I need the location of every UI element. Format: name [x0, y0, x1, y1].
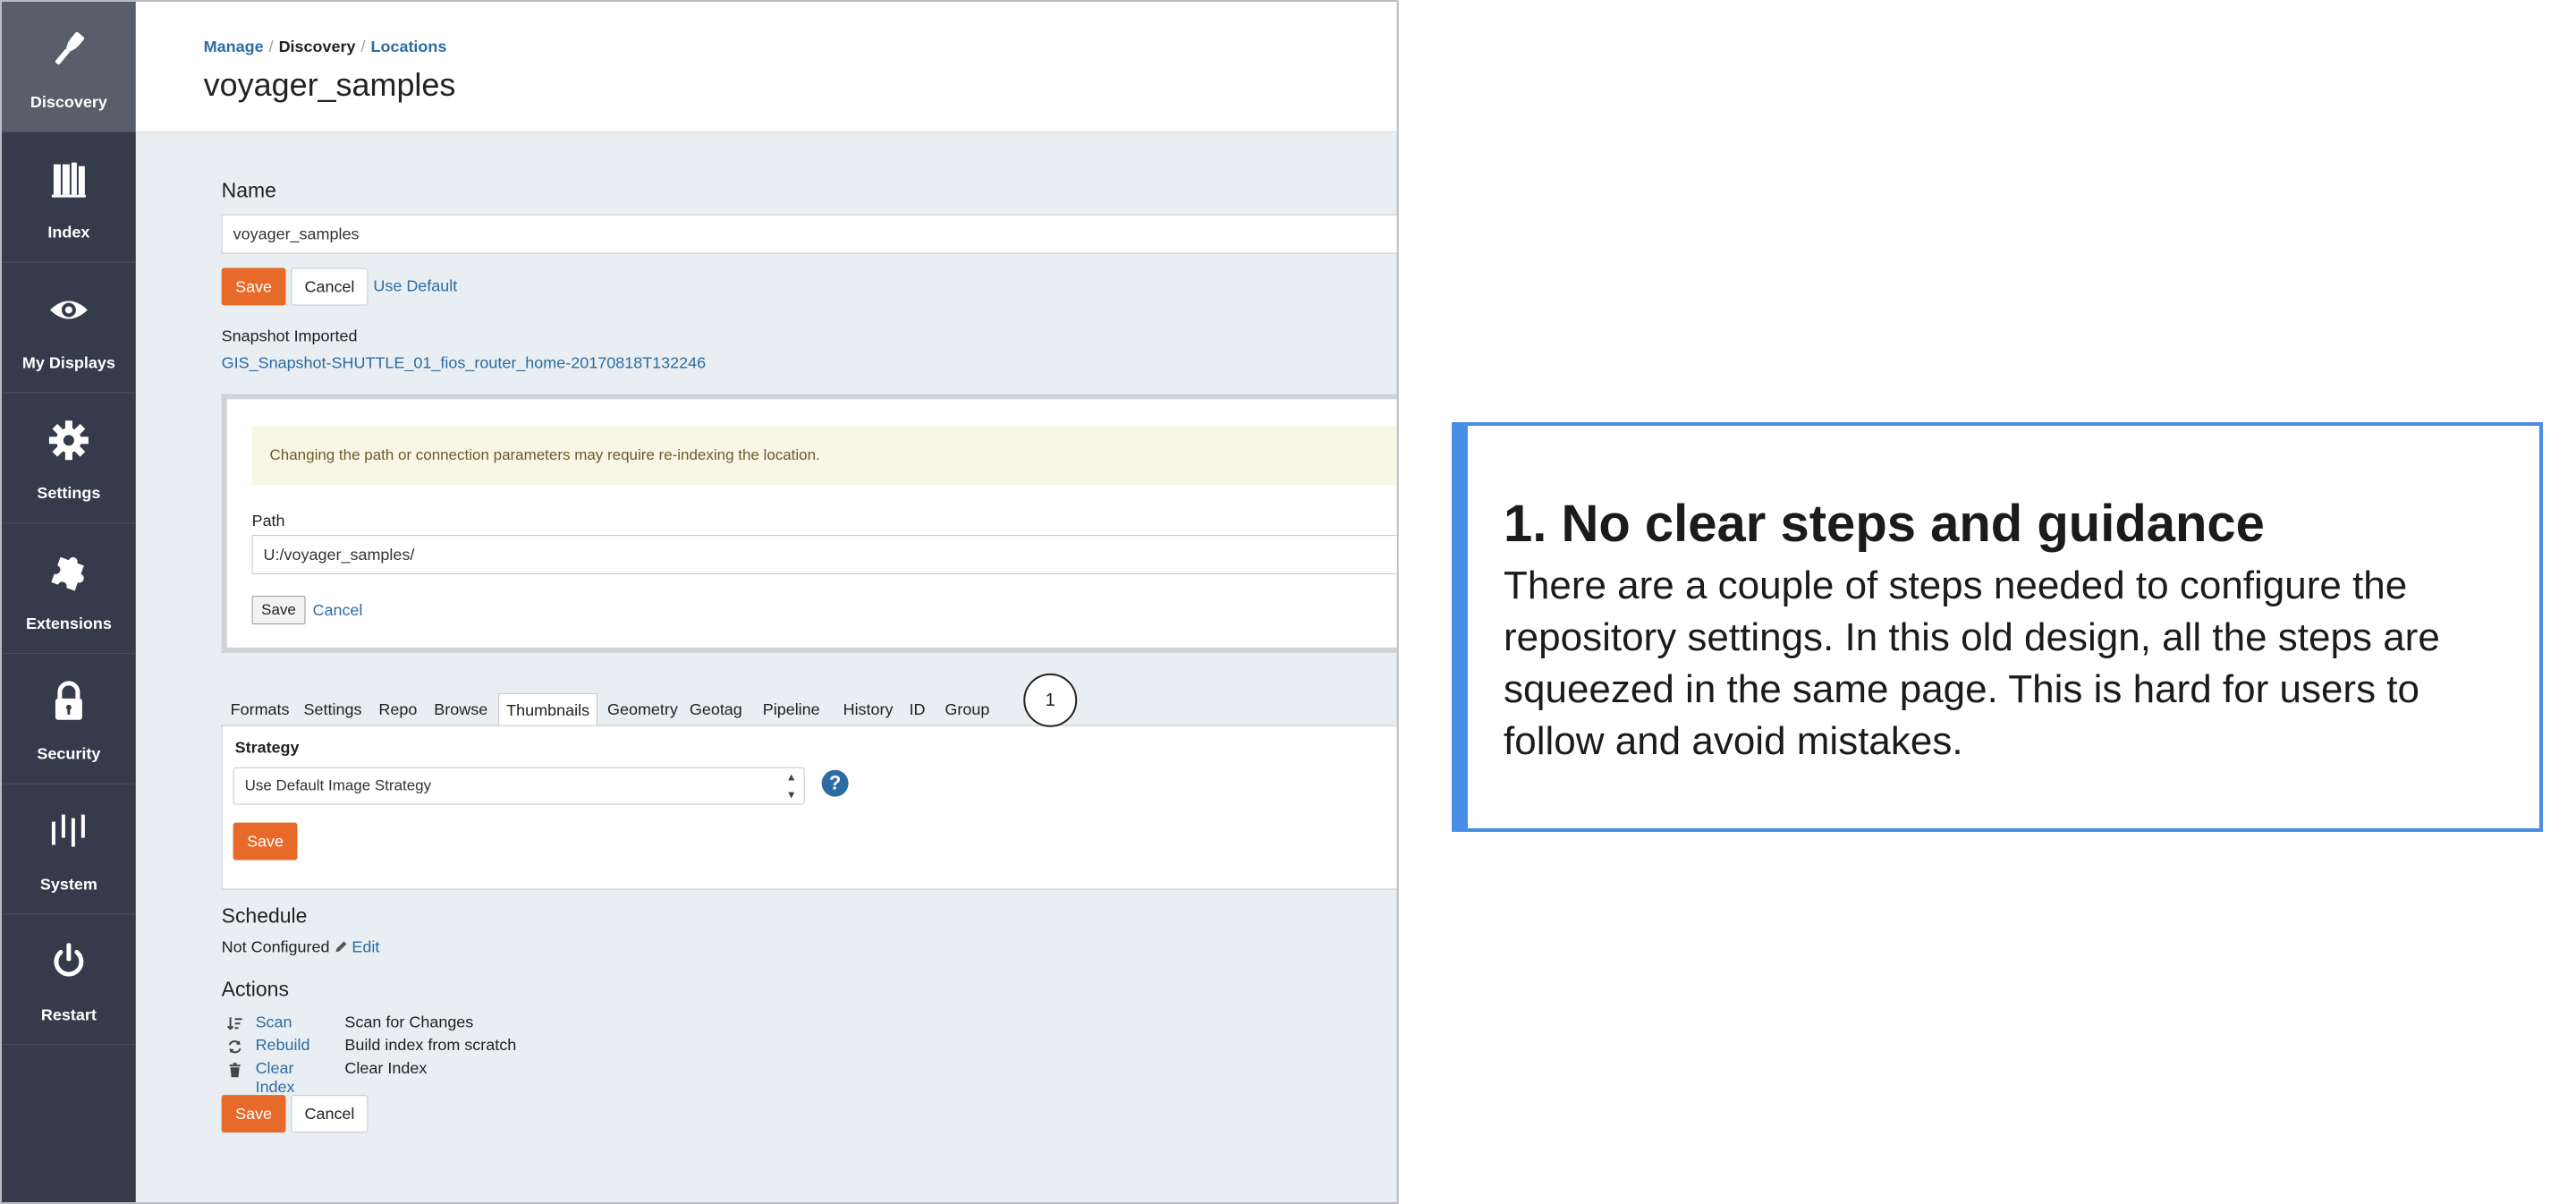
reindex-warning: Changing the path or connection paramete… — [251, 426, 1397, 486]
tab-repo[interactable]: Repo — [378, 693, 417, 725]
equalizer-icon — [47, 810, 91, 854]
page-cancel-button[interactable]: Cancel — [291, 1095, 369, 1133]
rebuild-description: Build index from scratch — [344, 1036, 517, 1055]
step-marker: 1 — [1023, 673, 1078, 727]
sidebar-item-label: Discovery — [30, 92, 107, 111]
refresh-icon — [227, 1039, 243, 1055]
sidebar-item-label: My Displays — [21, 353, 115, 372]
snapshot-link[interactable]: GIS_Snapshot-SHUTTLE_01_fios_router_home… — [222, 353, 707, 372]
sort-icon — [226, 1015, 243, 1031]
sidebar-item-label: Settings — [37, 484, 101, 503]
path-label: Path — [251, 512, 285, 530]
scan-description: Scan for Changes — [344, 1013, 474, 1031]
breadcrumb: Manage / Discovery / Locations — [203, 37, 447, 55]
sidebar-item-label: Security — [37, 744, 101, 763]
callout-body: There are a couple of steps needed to co… — [1504, 564, 2440, 763]
lock-icon — [47, 679, 91, 724]
name-input[interactable]: voyager_samples — [221, 214, 1397, 254]
rebuild-link[interactable]: Rebuild — [256, 1036, 310, 1055]
books-icon — [47, 157, 91, 202]
name-label: Name — [221, 178, 276, 202]
path-save-button[interactable]: Save — [251, 595, 306, 624]
page-header: Manage / Discovery / Locations voyager_sampl… — [135, 1, 1397, 132]
puzzle-icon — [47, 548, 91, 593]
callout-title: 1. No clear steps and guidance — [1504, 495, 2265, 553]
name-save-button[interactable]: Save — [221, 267, 286, 306]
flashlight-icon — [47, 27, 91, 72]
sidebar-item-label: Restart — [40, 1005, 97, 1024]
tab-geotag[interactable]: Geotag — [690, 693, 742, 725]
path-settings-panel: Changing the path or connection paramete… — [221, 394, 1397, 653]
trash-icon — [227, 1062, 243, 1078]
breadcrumb-manage[interactable]: Manage — [204, 38, 264, 55]
schedule-edit-link[interactable]: Edit — [352, 937, 379, 956]
clear-index-link[interactable]: Clear Index — [256, 1059, 295, 1097]
eye-icon — [47, 288, 91, 333]
gear-icon — [47, 418, 91, 462]
clear-index-description: Clear Index — [344, 1059, 428, 1078]
scan-link[interactable]: Scan — [256, 1013, 292, 1031]
sidebar-item-settings[interactable]: Settings — [1, 393, 136, 524]
strategy-label: Strategy — [234, 738, 300, 757]
tab-pipeline[interactable]: Pipeline — [763, 693, 820, 725]
schedule-label: Schedule — [221, 903, 308, 928]
thumbnails-panel: Strategy Use Default Image Strategy ▲ ▼ ?… — [221, 725, 1397, 890]
sidebar-item-label: System — [39, 875, 97, 894]
path-input[interactable]: U:/voyager_samples/ — [251, 535, 1397, 575]
tab-settings[interactable]: Settings — [303, 693, 361, 725]
select-arrows-icon: ▲ ▼ — [785, 770, 797, 801]
tab-geometry[interactable]: Geometry — [607, 693, 678, 725]
breadcrumb-locations[interactable]: Locations — [371, 38, 447, 55]
sidebar-item-security[interactable]: Security — [1, 654, 136, 784]
svg-text:?: ? — [829, 772, 841, 794]
page-title: voyager_samples — [203, 65, 456, 103]
help-icon[interactable]: ? — [821, 769, 850, 798]
path-cancel-link[interactable]: Cancel — [312, 601, 362, 620]
sidebar-item-discovery[interactable]: Discovery — [1, 1, 136, 132]
use-default-link[interactable]: Use Default — [373, 277, 457, 296]
annotation-callout: 1. No clear steps and guidance There are… — [1452, 422, 2543, 832]
breadcrumb-discovery[interactable]: Discovery — [279, 38, 356, 55]
power-icon — [47, 939, 91, 984]
sidebar-item-label: Index — [47, 223, 90, 242]
sidebar-item-my-displays[interactable]: My Displays — [1, 263, 136, 394]
sidebar: Discovery Index My Displays Settings Ext… — [1, 1, 136, 1202]
strategy-select-value: Use Default Image Strategy — [244, 776, 432, 794]
pencil-icon — [334, 939, 348, 954]
page-save-button[interactable]: Save — [221, 1095, 286, 1133]
sidebar-item-index[interactable]: Index — [1, 132, 136, 263]
sidebar-item-restart[interactable]: Restart — [1, 914, 136, 1046]
tab-browse[interactable]: Browse — [434, 693, 487, 725]
tab-formats[interactable]: Formats — [231, 693, 290, 725]
schedule-status: Not Configured — [221, 937, 330, 956]
snapshot-label: Snapshot Imported — [221, 326, 358, 345]
tab-history[interactable]: History — [843, 693, 894, 725]
sidebar-item-label: Extensions — [25, 614, 112, 632]
tab-id[interactable]: ID — [909, 693, 925, 725]
tab-thumbnails[interactable]: Thumbnails — [498, 692, 598, 725]
strategy-select[interactable]: Use Default Image Strategy ▲ ▼ — [233, 767, 805, 805]
main-content: Name voyager_samples Save Cancel Use Def… — [136, 132, 1397, 1202]
app-screenshot: Discovery Index My Displays Settings Ext… — [0, 0, 1399, 1204]
strategy-save-button[interactable]: Save — [233, 822, 298, 861]
sidebar-item-extensions[interactable]: Extensions — [1, 523, 136, 654]
sidebar-item-system[interactable]: System — [1, 784, 136, 915]
actions-label: Actions — [221, 977, 289, 1001]
tab-group[interactable]: Group — [945, 693, 989, 725]
name-cancel-button[interactable]: Cancel — [291, 267, 369, 306]
